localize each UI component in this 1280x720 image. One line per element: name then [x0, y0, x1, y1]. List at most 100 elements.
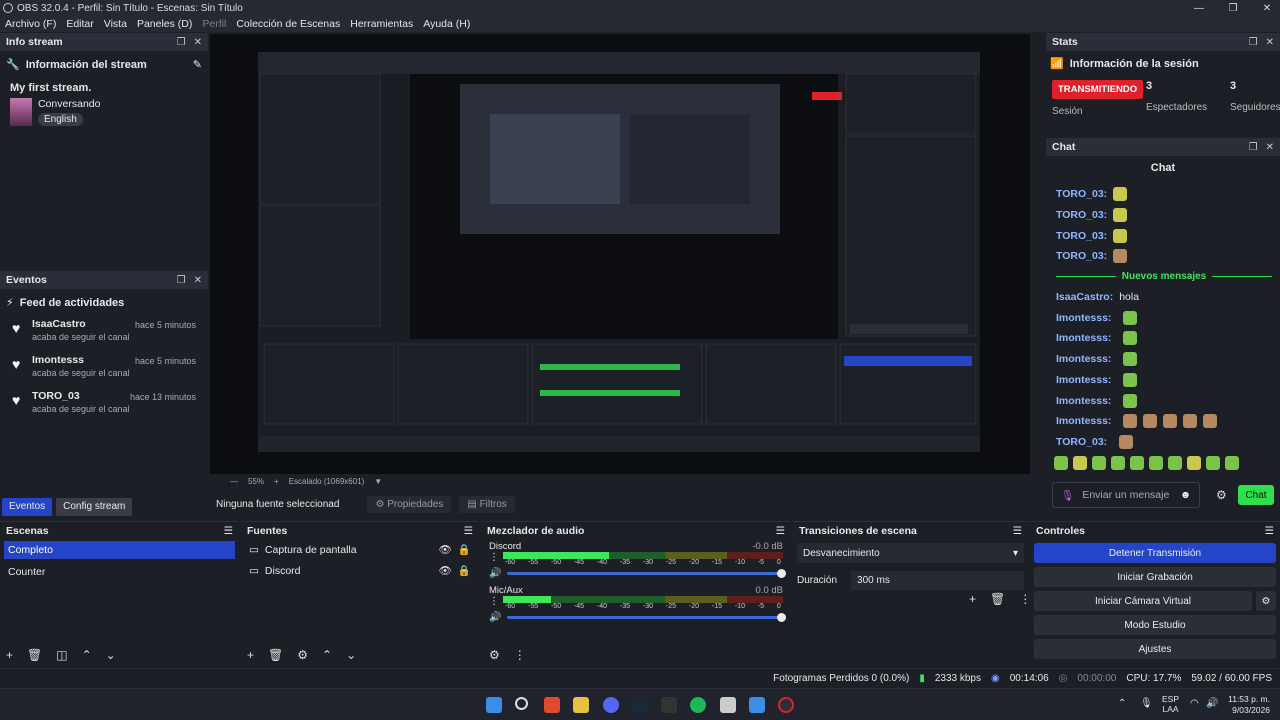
edit-icon[interactable]: ✎: [193, 58, 202, 71]
add-icon[interactable]: +: [969, 592, 976, 606]
chat-settings-icon[interactable]: ⚙: [1216, 488, 1227, 502]
close-button[interactable]: ✕: [1250, 0, 1280, 16]
trash-icon[interactable]: 🗑: [27, 648, 42, 662]
gear-icon[interactable]: ⚙: [297, 648, 308, 662]
add-icon[interactable]: +: [247, 648, 254, 662]
speaker-icon[interactable]: 🔊: [489, 612, 501, 623]
source-item[interactable]: ▭ Captura de pantalla 👁 🔒: [241, 539, 479, 560]
emote-icon[interactable]: [1054, 456, 1068, 471]
volume-slider[interactable]: [507, 613, 786, 622]
language-indicator[interactable]: ESP LAA: [1162, 694, 1179, 714]
transition-select[interactable]: Desvanecimiento ▾: [797, 543, 1024, 563]
scale-label[interactable]: Escalado (1069x601): [289, 477, 365, 486]
zoom-out-button[interactable]: —: [230, 477, 238, 486]
tab-eventos[interactable]: Eventos: [2, 498, 53, 516]
maximize-button[interactable]: ❐: [1216, 0, 1250, 16]
volume-slider[interactable]: [507, 569, 786, 578]
minimize-button[interactable]: —: [1182, 0, 1216, 16]
menu-icon[interactable]: ☰: [224, 525, 233, 537]
clock[interactable]: 11:53 p. m. 9/03/2026: [1224, 694, 1270, 716]
tray-chevron-icon[interactable]: ⌃: [1118, 698, 1126, 709]
emote-icon[interactable]: [1206, 456, 1220, 471]
up-icon[interactable]: ⌃: [82, 648, 92, 662]
menu-paneles[interactable]: Paneles (D): [132, 16, 197, 32]
emote-icon[interactable]: [1111, 456, 1125, 471]
folder-icon[interactable]: [573, 697, 589, 713]
trash-icon[interactable]: 🗑: [268, 648, 283, 662]
menu-ayuda[interactable]: Ayuda (H): [418, 16, 475, 32]
epic-games-icon[interactable]: [661, 697, 677, 713]
virtual-cam-settings-icon[interactable]: ⚙: [1256, 591, 1276, 611]
menu-perfil[interactable]: Perfil: [197, 16, 231, 32]
lock-icon[interactable]: 🔒: [458, 543, 471, 556]
lock-icon[interactable]: 🔒: [458, 564, 471, 577]
float-icon[interactable]: ❐: [1249, 142, 1258, 153]
start-icon[interactable]: [486, 697, 502, 713]
menu-coleccion-escenas[interactable]: Colección de Escenas: [231, 16, 345, 32]
scene-item[interactable]: Counter: [4, 561, 235, 583]
more-icon[interactable]: ⋮: [514, 648, 526, 662]
search-icon[interactable]: [515, 697, 528, 710]
spotify-icon[interactable]: [690, 697, 706, 713]
zoom-in-button[interactable]: +: [274, 477, 279, 486]
close-icon[interactable]: ✕: [194, 37, 202, 48]
close-icon[interactable]: ✕: [1266, 142, 1274, 153]
eye-icon[interactable]: 👁: [439, 564, 452, 577]
speaker-icon[interactable]: 🔊: [489, 568, 501, 579]
menu-icon[interactable]: ☰: [1013, 525, 1022, 537]
properties-button[interactable]: ⚙ Propiedades: [367, 495, 452, 513]
menu-icon[interactable]: ☰: [464, 525, 473, 537]
scene-item[interactable]: Completo: [4, 541, 235, 559]
emote-icon[interactable]: [1073, 456, 1087, 471]
up-icon[interactable]: ⌃: [322, 648, 332, 662]
chat-send-button[interactable]: Chat: [1238, 485, 1274, 505]
menu-icon[interactable]: ☰: [1265, 525, 1274, 537]
stop-streaming-button[interactable]: Detener Transmisión: [1034, 543, 1276, 563]
terminal-icon[interactable]: [749, 697, 765, 713]
trash-icon[interactable]: 🗑: [990, 592, 1005, 606]
emote-icon[interactable]: [1149, 456, 1163, 471]
settings-button[interactable]: Ajustes: [1034, 639, 1276, 659]
filter-icon[interactable]: ◫: [56, 648, 67, 662]
add-icon[interactable]: +: [6, 648, 13, 662]
float-icon[interactable]: ❐: [177, 275, 186, 286]
emote-icon[interactable]: [1092, 456, 1106, 471]
eye-icon[interactable]: 👁: [439, 543, 452, 556]
channel-menu-icon[interactable]: ⋮: [489, 596, 499, 607]
menu-herramientas[interactable]: Herramientas: [345, 16, 418, 32]
filters-button[interactable]: ▤ Filtros: [459, 495, 515, 513]
wifi-icon[interactable]: ◠: [1190, 698, 1199, 709]
down-icon[interactable]: ⌄: [346, 648, 356, 662]
tray-mic-icon[interactable]: 🎙: [1140, 698, 1153, 709]
scale-dropdown-icon[interactable]: ▼: [374, 477, 382, 486]
chat-input[interactable]: 🎙 Enviar un mensaje ☻: [1052, 482, 1200, 508]
duration-input[interactable]: 300 ms: [851, 571, 1024, 590]
store-icon[interactable]: [720, 697, 736, 713]
emoji-icon[interactable]: ☻: [1180, 489, 1191, 501]
emote-icon[interactable]: [1130, 456, 1144, 471]
float-icon[interactable]: ❐: [177, 37, 186, 48]
channel-menu-icon[interactable]: ⋮: [489, 552, 499, 563]
close-icon[interactable]: ✕: [194, 275, 202, 286]
down-icon[interactable]: ⌄: [106, 648, 116, 662]
tab-config-stream[interactable]: Config stream: [56, 498, 133, 516]
emote-icon[interactable]: [1225, 456, 1239, 471]
menu-editar[interactable]: Editar: [61, 16, 98, 32]
start-virtual-cam-button[interactable]: Iniciar Cámara Virtual: [1034, 591, 1252, 611]
steam-icon[interactable]: [632, 697, 648, 713]
menu-archivo[interactable]: Archivo (F): [0, 16, 61, 32]
brave-icon[interactable]: [544, 697, 560, 713]
preview-canvas[interactable]: [210, 34, 1030, 474]
gear-icon[interactable]: ⚙: [489, 648, 500, 662]
emote-icon[interactable]: [1187, 456, 1201, 471]
volume-icon[interactable]: 🔊: [1206, 698, 1218, 709]
obs-taskbar-icon[interactable]: [778, 697, 794, 713]
studio-mode-button[interactable]: Modo Estudio: [1034, 615, 1276, 635]
menu-vista[interactable]: Vista: [99, 16, 132, 32]
start-recording-button[interactable]: Iniciar Grabación: [1034, 567, 1276, 587]
close-icon[interactable]: ✕: [1266, 37, 1274, 48]
discord-icon[interactable]: [603, 697, 619, 713]
source-item[interactable]: ▭ Discord 👁 🔒: [241, 560, 479, 581]
emote-icon[interactable]: [1168, 456, 1182, 471]
float-icon[interactable]: ❐: [1249, 37, 1258, 48]
